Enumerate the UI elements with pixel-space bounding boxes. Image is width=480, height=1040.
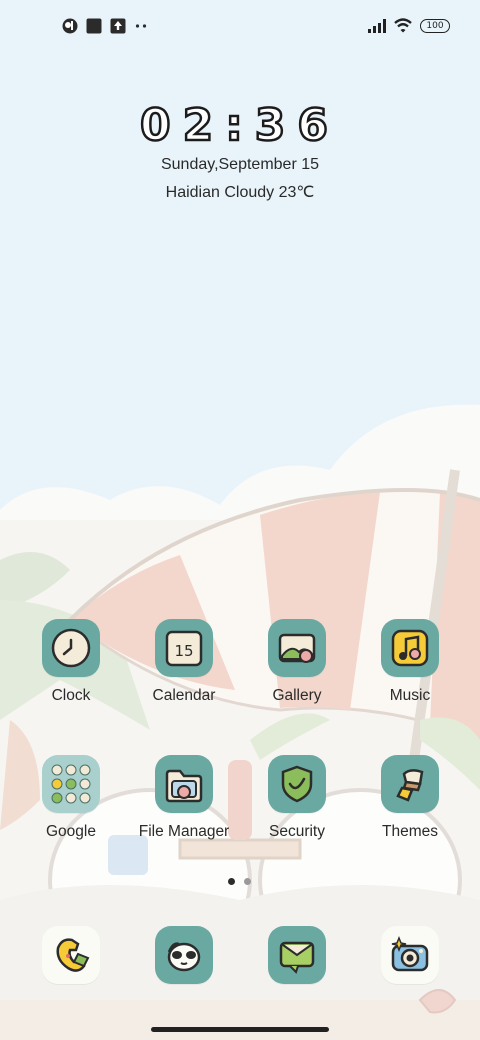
home-indicator[interactable] bbox=[151, 1027, 329, 1032]
page-indicator[interactable] bbox=[228, 878, 251, 885]
battery-icon: 100 bbox=[420, 18, 450, 33]
app-label-themes: Themes bbox=[382, 823, 438, 840]
more-dots-icon bbox=[135, 24, 147, 28]
app-calendar[interactable]: 15 Calendar bbox=[128, 619, 240, 705]
app-label-security: Security bbox=[269, 823, 325, 840]
security-shield-icon bbox=[268, 755, 326, 813]
upload-icon bbox=[110, 18, 126, 34]
app-label-clock: Clock bbox=[51, 687, 91, 704]
app-themes[interactable]: Themes bbox=[354, 755, 466, 841]
app-label-gallery: Gallery bbox=[272, 687, 322, 704]
square-notification-icon bbox=[86, 18, 102, 34]
status-bar-notifications bbox=[62, 18, 148, 34]
app-file-manager[interactable]: File Manager bbox=[128, 755, 240, 841]
app-label-google: Google bbox=[46, 823, 96, 840]
app-google-folder[interactable]: Google bbox=[15, 755, 127, 841]
status-bar: 100 bbox=[0, 0, 480, 56]
weather-info[interactable]: Haidian Cloudy 23℃ bbox=[0, 182, 480, 202]
music-icon bbox=[381, 619, 439, 677]
app-label-music: Music bbox=[389, 687, 431, 704]
app-label-calendar: Calendar bbox=[152, 687, 216, 704]
app-label-file-manager: File Manager bbox=[138, 823, 230, 840]
app-security[interactable]: Security bbox=[241, 755, 353, 841]
app-gallery[interactable]: Gallery bbox=[241, 619, 353, 705]
page-dot-2[interactable] bbox=[244, 878, 251, 885]
page-dot-1[interactable] bbox=[228, 878, 235, 885]
clock-icon bbox=[42, 619, 100, 677]
wifi-icon bbox=[394, 18, 412, 33]
messages-icon[interactable] bbox=[268, 926, 326, 984]
calendar-icon: 15 bbox=[155, 619, 213, 677]
app-clock[interactable]: Clock bbox=[15, 619, 127, 705]
themes-icon bbox=[381, 755, 439, 813]
phone-icon[interactable] bbox=[42, 926, 100, 984]
app-notification-icon bbox=[62, 18, 78, 34]
clock-date[interactable]: Sunday,September 15 bbox=[0, 156, 480, 174]
contacts-panda-icon[interactable] bbox=[155, 926, 213, 984]
gallery-icon bbox=[268, 619, 326, 677]
app-music[interactable]: Music bbox=[354, 619, 466, 705]
calendar-icon-date: 15 bbox=[174, 642, 193, 660]
status-bar-system: 100 bbox=[368, 18, 450, 33]
clock-time[interactable]: 02:36 bbox=[0, 99, 480, 153]
google-folder-icon bbox=[42, 755, 100, 813]
file-manager-icon bbox=[155, 755, 213, 813]
camera-icon[interactable] bbox=[381, 926, 439, 984]
signal-icon bbox=[368, 18, 386, 33]
